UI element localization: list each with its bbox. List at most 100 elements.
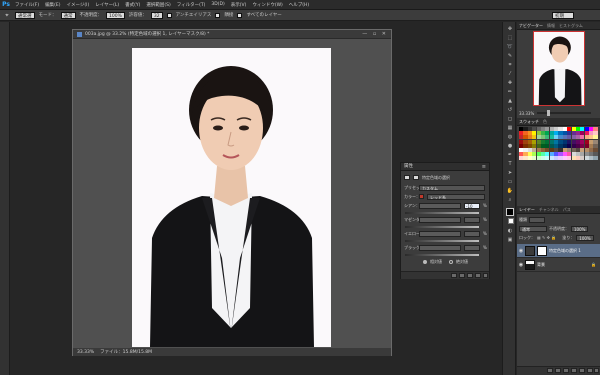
magenta-value-field[interactable] xyxy=(464,216,480,223)
menu-3d[interactable]: 3D(D) xyxy=(208,2,227,7)
tolerance-field[interactable]: 32 xyxy=(150,11,163,19)
fill-field[interactable]: 100% xyxy=(576,234,594,241)
canvas-area[interactable] xyxy=(73,39,391,348)
menu-file[interactable]: ファイル(F) xyxy=(12,2,42,8)
eye-icon[interactable]: ◉ xyxy=(517,248,525,254)
navigator-zoom-thumb[interactable] xyxy=(547,110,551,116)
menu-select[interactable]: 選択範囲(S) xyxy=(143,2,173,8)
color-select[interactable]: レッド系 xyxy=(427,193,485,200)
history-brush-icon[interactable]: ↺ xyxy=(506,107,514,113)
menu-type[interactable]: 書式(Y) xyxy=(122,2,143,8)
document-tab[interactable]: 003a.jpg @ 33.2% (特定色域の選択 1, レイヤーマスク/8) … xyxy=(73,30,391,39)
absolute-radio[interactable] xyxy=(449,259,453,264)
layer-row[interactable]: ◉ 背景 🔒 xyxy=(517,258,600,272)
tab-color[interactable]: 色 xyxy=(543,119,547,125)
opacity-field[interactable]: 100% xyxy=(106,11,125,19)
lasso-tool-icon[interactable]: ➰ xyxy=(506,44,514,50)
new-layer-icon[interactable] xyxy=(587,368,593,373)
pen-tool-icon[interactable]: ✒ xyxy=(506,152,514,158)
menu-help[interactable]: ヘルプ(H) xyxy=(286,2,312,8)
dodge-tool-icon[interactable]: ● xyxy=(506,143,514,149)
antialias-checkbox[interactable] xyxy=(166,12,172,18)
new-adjustment-icon[interactable] xyxy=(571,368,577,373)
magenta-slider[interactable] xyxy=(405,226,479,228)
clip-to-layer-icon[interactable] xyxy=(451,273,457,278)
layer-row[interactable]: ◉ 特定色域の選択 1 xyxy=(517,244,600,258)
brush-tool-icon[interactable]: ✏ xyxy=(506,89,514,95)
gradient-tool-icon[interactable]: ▦ xyxy=(506,125,514,131)
layer-mask-thumbnail[interactable] xyxy=(537,245,547,256)
black-value-field[interactable] xyxy=(464,244,480,251)
eye-icon[interactable]: ◉ xyxy=(517,262,525,268)
lock-icons[interactable]: ▦ ✎ ✥ 🔒 xyxy=(537,235,556,240)
magic-wand-icon[interactable]: ⌖ xyxy=(3,12,11,19)
mode-select[interactable]: 通常 xyxy=(60,11,76,19)
screen-mode-icon[interactable]: ▣ xyxy=(506,237,514,243)
layer-opacity-field[interactable]: 100% xyxy=(571,225,589,232)
color-swatch[interactable] xyxy=(593,156,598,161)
blur-tool-icon[interactable]: ◍ xyxy=(506,134,514,140)
yellow-value-field[interactable] xyxy=(464,230,480,237)
layer-mask-icon[interactable] xyxy=(413,175,419,180)
visibility-icon[interactable] xyxy=(475,273,481,278)
yellow-slider[interactable] xyxy=(405,240,479,242)
delete-layer-icon[interactable] xyxy=(594,368,599,373)
healing-tool-icon[interactable]: ✚ xyxy=(506,80,514,86)
workspace-select[interactable]: 初期 xyxy=(552,12,574,19)
navigator-zoom-slider[interactable] xyxy=(537,110,592,116)
path-select-icon[interactable]: ➤ xyxy=(506,170,514,176)
cyan-value-field[interactable]: -10 xyxy=(464,202,480,209)
quick-select-tool-icon[interactable]: ✎ xyxy=(506,53,514,59)
properties-tab[interactable]: 属性 ≡ xyxy=(401,163,489,171)
menu-filter[interactable]: フィルター(T) xyxy=(174,2,209,8)
crop-tool-icon[interactable]: ⌗ xyxy=(506,62,514,68)
tab-layers[interactable]: レイヤー xyxy=(519,207,535,213)
reset-icon[interactable] xyxy=(467,273,473,278)
cyan-slider[interactable] xyxy=(405,212,479,214)
window-controls[interactable]: — ▫ ✕ xyxy=(362,30,388,39)
tab-navigator[interactable]: ナビゲーター xyxy=(519,23,543,29)
relative-radio[interactable] xyxy=(423,259,427,264)
foreground-color-swatch[interactable] xyxy=(506,208,514,216)
black-slider[interactable] xyxy=(405,254,479,256)
move-tool-icon[interactable]: ✥ xyxy=(506,26,514,32)
tab-histogram[interactable]: ヒストグラム xyxy=(559,23,583,29)
tab-info[interactable]: 情報 xyxy=(547,23,555,29)
all-layers-checkbox[interactable] xyxy=(237,12,243,18)
hand-tool-icon[interactable]: ✋ xyxy=(506,188,514,194)
link-layers-icon[interactable] xyxy=(547,368,553,373)
file-size-readout[interactable]: ファイル：15.8M/15.8M xyxy=(100,349,152,355)
type-tool-icon[interactable]: T xyxy=(506,161,514,167)
view-previous-icon[interactable] xyxy=(459,273,465,278)
add-mask-icon[interactable] xyxy=(563,368,569,373)
menu-image[interactable]: イメージ(I) xyxy=(63,2,92,8)
tool-preset-field[interactable]: 通常選 xyxy=(15,11,35,19)
navigator-preview[interactable] xyxy=(533,31,585,106)
eraser-tool-icon[interactable]: ◻ xyxy=(506,116,514,122)
fx-icon[interactable] xyxy=(555,368,561,373)
panel-menu-icon[interactable]: ≡ xyxy=(482,163,486,171)
stamp-tool-icon[interactable]: ▲ xyxy=(506,98,514,104)
tab-swatches[interactable]: スウォッチ xyxy=(519,119,539,125)
kind-select[interactable] xyxy=(529,216,545,223)
menu-edit[interactable]: 編集(E) xyxy=(42,2,63,8)
menu-view[interactable]: 表示(V) xyxy=(228,2,250,8)
new-group-icon[interactable] xyxy=(579,368,585,373)
tab-channels[interactable]: チャンネル xyxy=(539,207,559,213)
eyedropper-tool-icon[interactable]: ⁄ xyxy=(506,71,514,77)
menu-layer[interactable]: レイヤー(L) xyxy=(92,2,122,8)
photo-canvas[interactable] xyxy=(132,48,331,347)
menu-window[interactable]: ウィンドウ(W) xyxy=(249,2,285,8)
preset-select[interactable]: カスタム xyxy=(419,184,485,191)
zoom-tool-icon[interactable]: ⌕ xyxy=(506,197,514,203)
background-color-swatch[interactable] xyxy=(508,218,514,224)
marquee-tool-icon[interactable]: ⬚ xyxy=(506,35,514,41)
quick-mask-icon[interactable]: ◐ xyxy=(506,228,514,234)
contiguous-checkbox[interactable] xyxy=(215,12,221,18)
navigator-zoom-value[interactable]: 33.33% xyxy=(519,111,534,116)
tab-paths[interactable]: パス xyxy=(563,207,571,213)
trash-icon[interactable] xyxy=(483,273,488,278)
blend-mode-select[interactable]: 通常 xyxy=(519,225,547,232)
zoom-readout[interactable]: 33.33% xyxy=(77,350,94,355)
shape-tool-icon[interactable]: ▭ xyxy=(506,179,514,185)
